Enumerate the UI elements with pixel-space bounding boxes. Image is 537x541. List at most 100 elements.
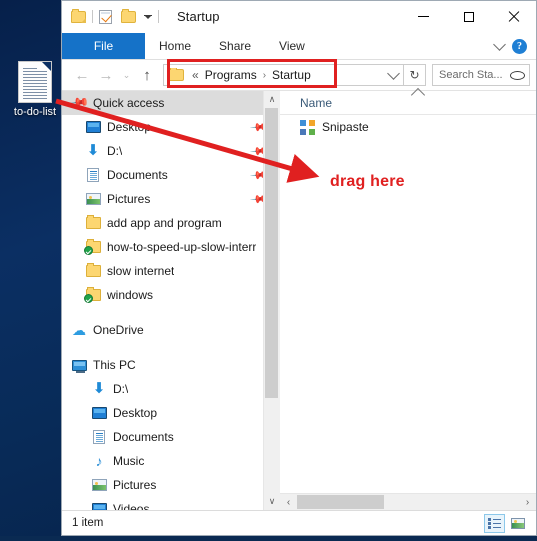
- nav-item-d-drive[interactable]: ⬇ D:\ 📌: [62, 139, 280, 163]
- scroll-down-button[interactable]: ∨: [264, 493, 280, 510]
- minimize-button[interactable]: [401, 1, 446, 32]
- scroll-right-button[interactable]: ›: [519, 494, 536, 510]
- folder-icon[interactable]: [71, 8, 86, 23]
- breadcrumb-folder-icon: [169, 68, 184, 81]
- document-lines: [23, 68, 47, 101]
- breadcrumb: « › Programs › Startup: [164, 68, 314, 82]
- explorer-body: 📌 Quick access Desktop 📌 ⬇ D:\ 📌 Documen…: [62, 87, 536, 510]
- nav-item-how-to-speed-up-slow-internet[interactable]: how-to-speed-up-slow-interr: [62, 235, 280, 259]
- help-icon[interactable]: ?: [512, 38, 527, 54]
- nav-label: Pictures: [107, 192, 151, 206]
- nav-label: how-to-speed-up-slow-interr: [107, 240, 257, 254]
- search-input[interactable]: Search Sta...: [432, 64, 530, 86]
- nav-item-pc-d-drive[interactable]: ⬇ D:\: [62, 377, 280, 401]
- breadcrumb-item-startup[interactable]: Startup: [269, 68, 314, 82]
- desktop-icon: [90, 407, 108, 419]
- folder-synced-icon: [83, 287, 102, 303]
- chevron-down-icon[interactable]: [493, 37, 506, 51]
- nav-label: Desktop: [113, 406, 158, 420]
- tab-home[interactable]: Home: [145, 33, 205, 59]
- back-button[interactable]: ←: [70, 63, 94, 87]
- music-icon: ♪: [95, 452, 103, 469]
- desktop-icon-label: to-do-list: [13, 106, 57, 118]
- sort-ascending-icon: [410, 87, 426, 103]
- nav-item-pc-music[interactable]: ♪ Music: [62, 449, 280, 473]
- search-icon[interactable]: [510, 70, 525, 80]
- scroll-up-button[interactable]: ∧: [264, 91, 280, 108]
- customize-dropdown-icon[interactable]: [144, 14, 152, 19]
- nav-label: Quick access: [93, 96, 165, 110]
- nav-group-this-pc[interactable]: This PC: [62, 353, 280, 377]
- item-count: 1 item: [72, 517, 104, 529]
- scroll-left-button[interactable]: ‹: [280, 494, 297, 510]
- status-bar: 1 item: [62, 510, 536, 535]
- large-icons-view-icon: [510, 517, 525, 529]
- download-icon: ⬇: [92, 380, 106, 397]
- desktop-icon-to-do-list[interactable]: to-do-list: [8, 62, 62, 119]
- nav-item-pc-desktop[interactable]: Desktop: [62, 401, 280, 425]
- nav-item-pc-pictures[interactable]: Pictures: [62, 473, 280, 497]
- column-header-name[interactable]: Name: [280, 96, 332, 110]
- file-row-snipaste[interactable]: Snipaste: [280, 115, 536, 139]
- refresh-button[interactable]: ↻: [404, 64, 426, 86]
- nav-item-documents[interactable]: Documents 📌: [62, 163, 280, 187]
- tab-share[interactable]: Share: [205, 33, 265, 59]
- nav-label: OneDrive: [93, 323, 144, 337]
- nav-label: This PC: [93, 358, 136, 372]
- window-controls: [401, 1, 536, 32]
- scrollbar-thumb[interactable]: [265, 108, 278, 398]
- folder-synced-icon: [83, 239, 102, 255]
- breadcrumb-separator[interactable]: ›: [260, 70, 269, 81]
- nav-group-quick-access[interactable]: 📌 Quick access: [62, 91, 280, 115]
- nav-item-windows[interactable]: windows: [62, 283, 280, 307]
- search-placeholder: Search Sta...: [439, 69, 503, 81]
- nav-label: slow internet: [107, 264, 175, 278]
- scrollbar-thumb[interactable]: [297, 495, 384, 509]
- text-document-icon: [19, 62, 51, 102]
- recent-locations-button[interactable]: ⌄: [118, 63, 135, 87]
- column-header-row: Name: [280, 87, 536, 115]
- pictures-icon: [84, 193, 102, 205]
- properties-icon[interactable]: [99, 9, 112, 24]
- cloud-icon: ☁: [72, 322, 86, 338]
- nav-label: add app and program: [107, 216, 222, 230]
- breadcrumb-dropdown-icon[interactable]: [383, 66, 403, 80]
- nav-item-desktop[interactable]: Desktop 📌: [62, 115, 280, 139]
- nav-label: D:\: [107, 144, 123, 158]
- maximize-button[interactable]: [446, 1, 491, 32]
- tab-view[interactable]: View: [265, 33, 319, 59]
- details-view-button[interactable]: [484, 513, 505, 533]
- this-pc-icon: [70, 359, 88, 373]
- address-bar: ← → ⌄ ↑ « › Programs › Startup ↻ Search: [62, 60, 536, 90]
- nav-item-pictures[interactable]: Pictures 📌: [62, 187, 280, 211]
- nav-label: Pictures: [113, 478, 157, 492]
- divider: [158, 10, 159, 23]
- horizontal-scrollbar[interactable]: ‹ ›: [280, 493, 536, 510]
- details-view-icon: [488, 517, 501, 529]
- snipaste-icon: [300, 119, 315, 135]
- close-button[interactable]: [491, 1, 536, 32]
- pictures-icon: [90, 479, 108, 491]
- file-list-pane: Name Snipaste ‹ ›: [280, 87, 536, 510]
- documents-icon: [84, 168, 102, 182]
- nav-item-add-app-and-program[interactable]: add app and program: [62, 211, 280, 235]
- breadcrumb-item-programs[interactable]: Programs: [202, 68, 260, 82]
- forward-button[interactable]: →: [94, 63, 118, 87]
- ribbon-tabs: File Home Share View ?: [62, 33, 536, 60]
- nav-item-pc-documents[interactable]: Documents: [62, 425, 280, 449]
- navigation-scrollbar[interactable]: ∧ ∨: [263, 91, 280, 510]
- up-button[interactable]: ↑: [135, 63, 159, 87]
- breadcrumb-bar[interactable]: « › Programs › Startup: [163, 64, 404, 86]
- nav-group-onedrive[interactable]: ☁ OneDrive: [62, 318, 280, 342]
- large-icons-view-button[interactable]: [507, 514, 528, 533]
- breadcrumb-overflow[interactable]: «: [189, 68, 202, 82]
- documents-icon: [90, 430, 108, 444]
- folder-icon: [84, 215, 102, 229]
- nav-item-slow-internet[interactable]: slow internet: [62, 259, 280, 283]
- tab-file[interactable]: File: [62, 33, 145, 59]
- nav-item-pc-videos[interactable]: Videos: [62, 497, 280, 510]
- new-folder-icon[interactable]: [121, 8, 136, 23]
- nav-label: Videos: [113, 502, 150, 510]
